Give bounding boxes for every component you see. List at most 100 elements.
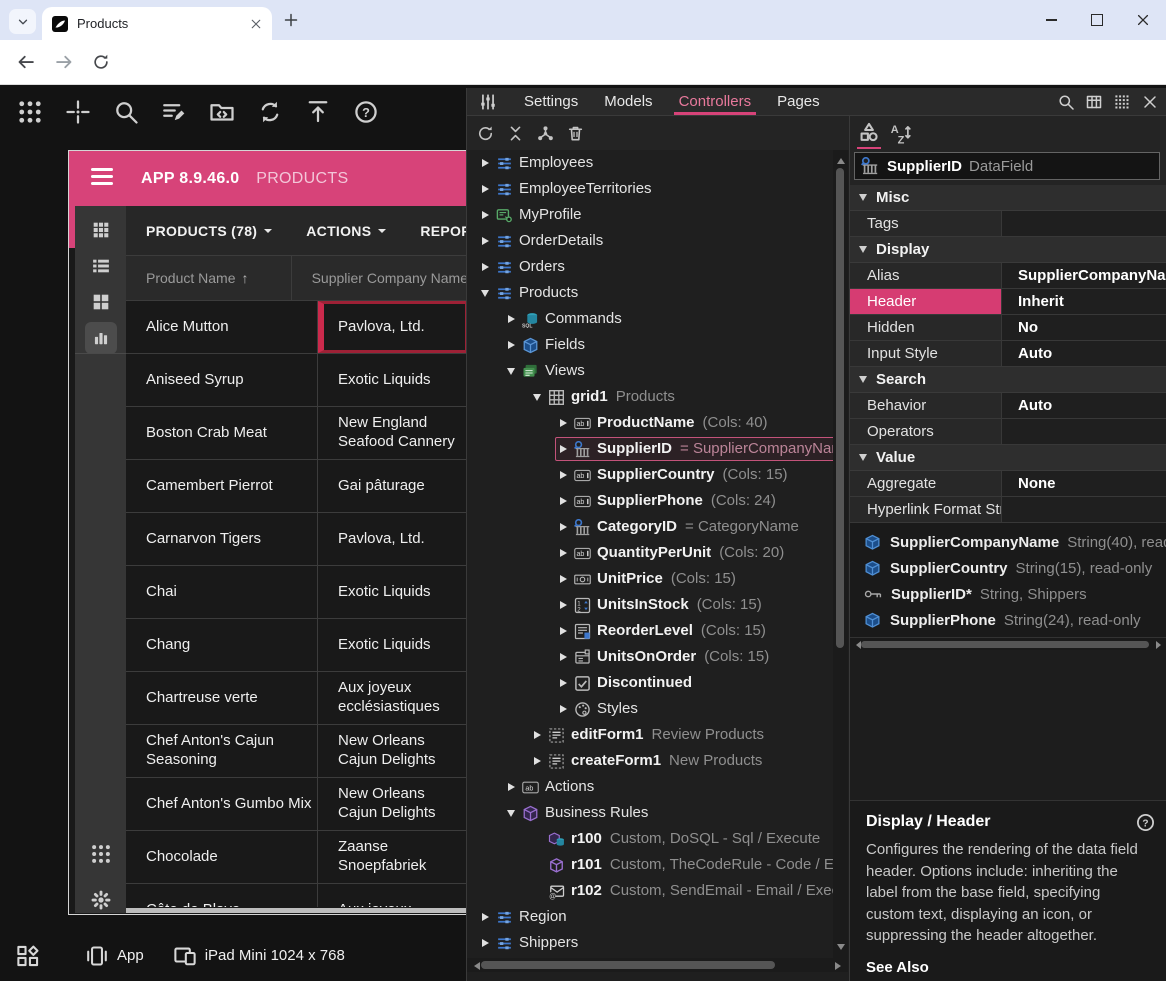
help-icon[interactable]: ?	[1136, 813, 1155, 832]
tab-controllers[interactable]: Controllers	[666, 88, 765, 116]
table-cell[interactable]: Carnarvon Tigers	[126, 513, 318, 565]
table-row[interactable]: Carnarvon TigersPavlova, Ltd.	[126, 513, 468, 566]
scroll-left-icon[interactable]	[470, 962, 480, 970]
property-label[interactable]: Header	[850, 289, 1002, 314]
base-field-suppliercompanyname[interactable]: SupplierCompanyNameString(40), read-only	[850, 529, 1166, 555]
property-value[interactable]	[1002, 211, 1166, 236]
menu-actions[interactable]: ACTIONS	[306, 223, 386, 239]
property-value[interactable]	[1002, 497, 1166, 522]
tree-item-orders[interactable]: Orders	[467, 254, 833, 280]
expanded-icon[interactable]	[850, 246, 876, 253]
table-row[interactable]: Chef Anton's Gumbo MixNew Orleans Cajun …	[126, 778, 468, 831]
preview-horizontal-scrollbar[interactable]	[126, 908, 468, 913]
collapsed-icon[interactable]	[556, 497, 570, 505]
minimize-button[interactable]	[1028, 0, 1074, 40]
property-row-header[interactable]: HeaderInherit	[850, 289, 1166, 315]
tree-item-products[interactable]: Products	[467, 280, 833, 306]
expanded-icon[interactable]	[850, 454, 876, 461]
collapsed-icon[interactable]	[556, 601, 570, 609]
tree-item-supplierid[interactable]: SupplierID= SupplierCompanyName	[467, 436, 833, 462]
tree-item-fields[interactable]: Fields	[467, 332, 833, 358]
table-cell[interactable]: New England Seafood Cannery	[318, 407, 468, 459]
property-label[interactable]: Operators	[850, 419, 1002, 444]
sidebar-chart-icon[interactable]	[75, 320, 126, 356]
table-row[interactable]: Côte de BlayeAux joyeux	[126, 884, 468, 907]
collapsed-icon[interactable]	[478, 211, 492, 219]
collapsed-icon[interactable]	[556, 471, 570, 479]
tree-item-myprofile[interactable]: MyProfile	[467, 202, 833, 228]
property-label[interactable]: Behavior	[850, 393, 1002, 418]
categorized-sort-icon[interactable]	[858, 122, 880, 144]
property-label[interactable]: Tags	[850, 211, 1002, 236]
fields-horizontal-scrollbar[interactable]	[850, 638, 1166, 650]
sidebar-cards-icon[interactable]	[75, 284, 126, 320]
column-header[interactable]: Product Name↑	[126, 256, 292, 300]
tree-item-editform1[interactable]: editForm1Review Products	[467, 722, 833, 748]
table-cell[interactable]: Pavlova, Ltd.	[318, 513, 468, 565]
expanded-icon[interactable]	[504, 810, 518, 817]
nodes-icon[interactable]	[537, 125, 554, 142]
table-cell[interactable]: Camembert Pierrot	[126, 460, 318, 512]
base-field-supplierphone[interactable]: SupplierPhoneString(24), read-only	[850, 607, 1166, 633]
property-row-operators[interactable]: Operators	[850, 419, 1166, 445]
scroll-up-icon[interactable]	[837, 154, 845, 164]
expanded-icon[interactable]	[850, 376, 876, 383]
category-misc[interactable]: Misc	[850, 185, 1166, 211]
tree-item-orderdetails[interactable]: OrderDetails	[467, 228, 833, 254]
collapsed-icon[interactable]	[556, 627, 570, 635]
collapsed-icon[interactable]	[504, 341, 518, 349]
collapsed-icon[interactable]	[504, 783, 518, 791]
device-selector[interactable]: iPad Mini 1024 x 768	[174, 945, 345, 967]
property-row-tags[interactable]: Tags	[850, 211, 1166, 237]
property-row-behavior[interactable]: BehaviorAuto	[850, 393, 1166, 419]
tree-item-views[interactable]: Views	[467, 358, 833, 384]
tab-settings[interactable]: Settings	[511, 88, 591, 116]
search-icon[interactable]	[114, 100, 138, 124]
table-row[interactable]: ChaiExotic Liquids	[126, 566, 468, 619]
category-value[interactable]: Value	[850, 445, 1166, 471]
table-cell[interactable]: Boston Crab Meat	[126, 407, 318, 459]
tree-vertical-scrollbar[interactable]	[833, 150, 848, 958]
collapsed-icon[interactable]	[478, 913, 492, 921]
collapsed-icon[interactable]	[556, 705, 570, 713]
sidebar-gear-icon[interactable]	[75, 882, 126, 915]
close-window-button[interactable]	[1120, 0, 1166, 40]
scroll-right-icon[interactable]	[835, 962, 845, 970]
scrollbar-thumb[interactable]	[836, 168, 844, 648]
search-icon[interactable]	[1058, 94, 1074, 110]
tree-item-actions[interactable]: abActions	[467, 774, 833, 800]
hamburger-icon[interactable]	[91, 168, 113, 185]
table-row[interactable]: ChangExotic Liquids	[126, 619, 468, 672]
sidebar-apps-icon[interactable]	[75, 836, 126, 872]
table-cell[interactable]: Chef Anton's Gumbo Mix	[126, 778, 318, 830]
base-field-supplierid[interactable]: SupplierID*String, Shippers	[850, 581, 1166, 607]
scrollbar-thumb[interactable]	[481, 961, 775, 969]
tree-item-quantityperunit[interactable]: abQuantityPerUnit(Cols: 20)	[467, 540, 833, 566]
tree-item-r102[interactable]: @r102Custom, SendEmail - Email / Execute	[467, 878, 833, 904]
tree-item-categoryid[interactable]: CategoryID= CategoryName	[467, 514, 833, 540]
table-cell[interactable]: Chang	[126, 619, 318, 671]
sync-icon[interactable]	[258, 100, 282, 124]
property-row-hidden[interactable]: HiddenNo	[850, 315, 1166, 341]
collapsed-icon[interactable]	[556, 575, 570, 583]
table-row[interactable]: Alice MuttonPavlova, Ltd.	[126, 301, 468, 354]
tree-item-r101[interactable]: r101Custom, TheCodeRule - Code / Execute	[467, 852, 833, 878]
apps-icon[interactable]	[18, 100, 42, 124]
table-cell[interactable]: Pavlova, Ltd.	[318, 301, 468, 353]
close-icon[interactable]	[1142, 94, 1158, 110]
table-row[interactable]: Camembert PierrotGai pâturage	[126, 460, 468, 513]
tree-item-productname[interactable]: abProductName(Cols: 40)	[467, 410, 833, 436]
property-value[interactable]: None	[1002, 471, 1166, 496]
column-header[interactable]: Supplier Company Name	[292, 256, 468, 300]
table-row[interactable]: ChocoladeZaanse Snoepfabriek	[126, 831, 468, 884]
property-value[interactable]	[1002, 419, 1166, 444]
collapsed-icon[interactable]	[478, 159, 492, 167]
collapsed-icon[interactable]	[478, 185, 492, 193]
expanded-icon[interactable]	[504, 368, 518, 375]
table-cell[interactable]: Chai	[126, 566, 318, 618]
tree-item-unitsinstock[interactable]: 12UnitsInStock(Cols: 15)	[467, 592, 833, 618]
menu-report[interactable]: REPORT	[420, 223, 468, 239]
collapsed-icon[interactable]	[556, 523, 570, 531]
tab-models[interactable]: Models	[591, 88, 665, 116]
tree-item-business rules[interactable]: Business Rules	[467, 800, 833, 826]
